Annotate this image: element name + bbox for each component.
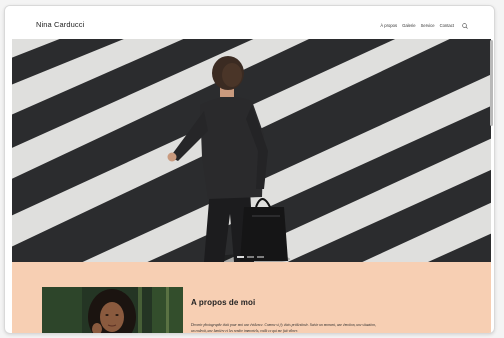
nav-link-service[interactable]: Service xyxy=(421,23,435,28)
about-paragraph: Devenir photographe était pour moi une é… xyxy=(191,322,481,333)
carousel-dot-1[interactable] xyxy=(237,256,244,258)
nav-link-galerie[interactable]: Galerie xyxy=(402,23,416,28)
site-title[interactable]: Nina Carducci xyxy=(36,20,84,29)
about-paragraph-line-2: un endroit, une lumière et les rendre im… xyxy=(191,329,298,333)
about-title: A propos de moi xyxy=(191,298,256,307)
carousel-indicators xyxy=(237,256,264,258)
carousel-dot-3[interactable] xyxy=(257,256,264,258)
page-scrollbar[interactable] xyxy=(490,40,493,126)
browser-window: Nina Carducci À propos Galerie Service C… xyxy=(4,5,495,334)
nav-link-contact[interactable]: Contact xyxy=(440,23,454,28)
about-section: A propos de moi Devenir photographe étai… xyxy=(12,262,491,333)
site-header: Nina Carducci À propos Galerie Service C… xyxy=(5,6,494,38)
search-icon[interactable] xyxy=(461,22,468,29)
main-nav: À propos Galerie Service Contact xyxy=(380,22,468,29)
carousel-dot-2[interactable] xyxy=(247,256,254,258)
hero-carousel-image[interactable] xyxy=(12,39,491,262)
portrait-photo xyxy=(42,287,183,333)
crosswalk-photo xyxy=(12,39,491,262)
nav-link-a-propos[interactable]: À propos xyxy=(380,23,397,28)
about-paragraph-line-1: Devenir photographe était pour moi une é… xyxy=(191,323,376,327)
